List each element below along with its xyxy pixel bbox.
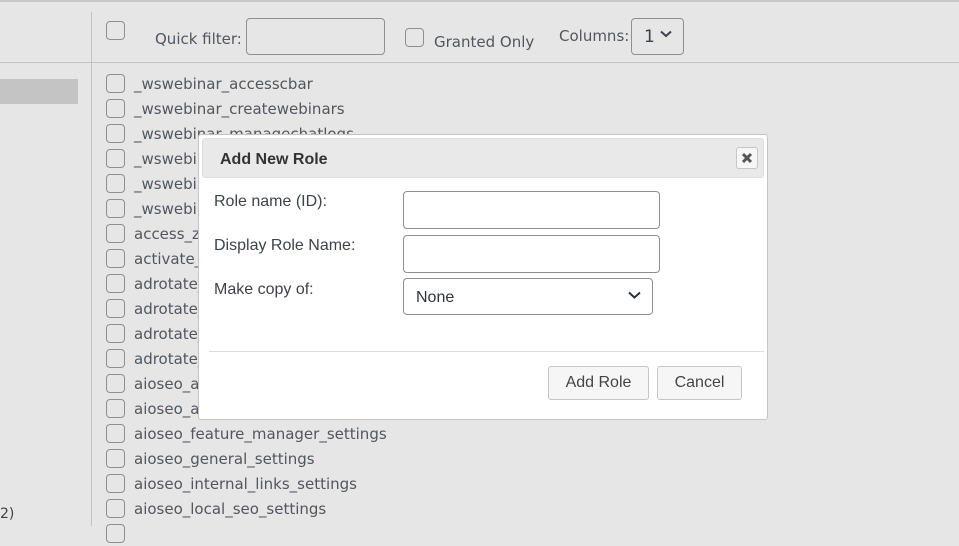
capability-row[interactable]: aioseo_general_settings	[106, 446, 387, 471]
capability-checkbox[interactable]	[106, 324, 125, 343]
add-new-role-dialog: Add New Role Role name (ID): Display Rol…	[198, 134, 768, 420]
capability-row[interactable]: aioseo_local_seo_settings	[106, 496, 387, 521]
make-copy-of-label: Make copy of:	[214, 281, 314, 298]
capability-label[interactable]: activate_	[134, 250, 202, 268]
columns-label: Columns:	[559, 27, 630, 45]
capability-checkbox[interactable]	[106, 174, 125, 193]
display-role-name-label: Display Role Name:	[214, 237, 356, 254]
columns-value: 1	[644, 27, 655, 47]
capability-checkbox[interactable]	[106, 99, 125, 118]
capability-checkbox[interactable]	[106, 474, 125, 493]
top-border	[0, 0, 959, 2]
add-role-button[interactable]: Add Role	[548, 366, 649, 400]
capability-row[interactable]: aioseo_feature_manager_settings	[106, 421, 387, 446]
capability-checkbox[interactable]	[106, 199, 125, 218]
make-copy-of-value: None	[416, 289, 455, 306]
granted-only-label[interactable]: Granted Only	[434, 33, 534, 51]
close-button[interactable]	[736, 147, 758, 169]
display-role-name-input[interactable]	[403, 235, 660, 273]
capability-checkbox[interactable]	[106, 374, 125, 393]
cancel-button[interactable]: Cancel	[657, 366, 742, 400]
dialog-title: Add New Role	[220, 151, 328, 168]
capability-checkbox[interactable]	[106, 274, 125, 293]
capability-label[interactable]: adrotate_	[134, 300, 205, 318]
capability-label[interactable]: aioseo_a	[134, 375, 199, 393]
capability-checkbox[interactable]	[106, 449, 125, 468]
sidebar-selected-item[interactable]	[0, 79, 78, 104]
dialog-divider	[209, 351, 764, 352]
columns-select[interactable]: 1	[631, 18, 684, 55]
capability-checkbox[interactable]	[106, 149, 125, 168]
close-icon	[741, 152, 753, 164]
toolbar-divider	[0, 62, 959, 63]
capability-row[interactable]: _wswebinar_accesscbar	[106, 71, 387, 96]
capability-label[interactable]: aioseo_local_seo_settings	[134, 500, 326, 518]
capability-label[interactable]: adrotate_	[134, 350, 205, 368]
make-copy-of-select[interactable]: None	[403, 278, 653, 315]
capability-checkbox[interactable]	[106, 349, 125, 368]
dialog-titlebar[interactable]: Add New Role	[202, 138, 764, 178]
capability-checkbox[interactable]	[106, 524, 125, 543]
chevron-down-icon	[628, 291, 641, 299]
granted-only-checkbox[interactable]	[405, 28, 424, 47]
capability-checkbox[interactable]	[106, 499, 125, 518]
capability-label[interactable]: aioseo_a	[134, 400, 199, 418]
capability-checkbox[interactable]	[106, 399, 125, 418]
capability-checkbox[interactable]	[106, 74, 125, 93]
capability-checkbox[interactable]	[106, 249, 125, 268]
capability-label[interactable]: _wswebinar_createwebinars	[134, 100, 345, 118]
select-all-checkbox[interactable]	[106, 21, 125, 40]
capability-checkbox[interactable]	[106, 224, 125, 243]
capability-label[interactable]: _wswebinar_accesscbar	[134, 75, 313, 93]
role-name-label: Role name (ID):	[214, 193, 327, 210]
quick-filter-input[interactable]	[246, 18, 385, 55]
capability-label[interactable]: aioseo_general_settings	[134, 450, 315, 468]
capability-label[interactable]: adrotate_	[134, 325, 205, 343]
quick-filter-label: Quick filter:	[155, 30, 242, 48]
sidebar-item-count: 2)	[0, 506, 15, 522]
capability-label[interactable]: adrotate_	[134, 275, 205, 293]
capability-row[interactable]: aioseo_internal_links_settings	[106, 471, 387, 496]
capability-label[interactable]: aioseo_internal_links_settings	[134, 475, 357, 493]
capability-checkbox[interactable]	[106, 299, 125, 318]
role-name-input[interactable]	[403, 191, 660, 229]
column-divider	[91, 12, 92, 526]
capability-row[interactable]: _wswebinar_createwebinars	[106, 96, 387, 121]
capability-label[interactable]: aioseo_feature_manager_settings	[134, 425, 387, 443]
capability-row-partial[interactable]	[106, 521, 387, 546]
chevron-down-icon	[660, 30, 672, 38]
capability-checkbox[interactable]	[106, 124, 125, 143]
capability-checkbox[interactable]	[106, 424, 125, 443]
